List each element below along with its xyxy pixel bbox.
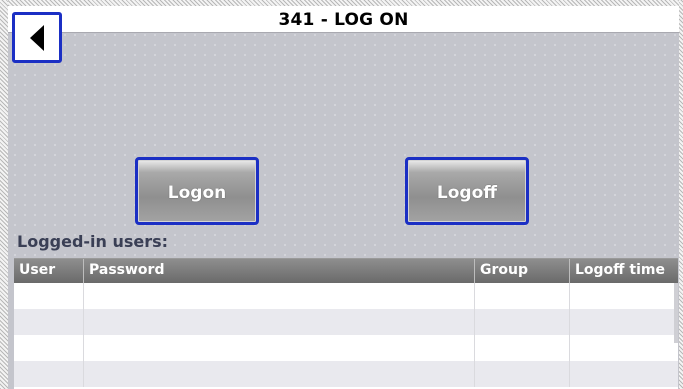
cell-password [84,335,475,361]
cell-group [475,283,570,309]
back-button[interactable] [12,12,62,63]
column-header-logoff-time[interactable]: Logoff time [570,259,678,283]
cell-user [14,283,84,309]
table-row[interactable] [14,361,678,387]
title-bar: 341 - LOG ON [8,6,679,33]
frame-left-border [0,0,8,389]
logoff-button[interactable]: Logoff [405,157,529,225]
logon-button[interactable]: Logon [135,157,259,225]
cell-logoff-time [570,361,678,387]
cell-logoff-time [570,309,678,335]
cell-group [475,361,570,387]
cell-user [14,335,84,361]
logoff-button-label: Logoff [436,183,498,203]
column-header-password[interactable]: Password [84,259,475,283]
table-row[interactable] [14,309,678,335]
table-row[interactable] [14,335,678,361]
log-on-screen: 341 - LOG ON Logon Logoff Logged-in user… [0,0,683,389]
cell-group [475,335,570,361]
cell-logoff-time [570,283,678,309]
column-header-user[interactable]: User [14,259,84,283]
cell-group [475,309,570,335]
back-arrow-icon [30,25,44,51]
cell-user [14,309,84,335]
cell-logoff-time [570,335,678,361]
table-header: User Password Group Logoff time [14,259,678,283]
cell-password [84,361,475,387]
table-row[interactable] [14,283,678,309]
page-title: 341 - LOG ON [278,10,409,30]
column-header-group[interactable]: Group [475,259,570,283]
logged-in-users-label: Logged-in users: [17,232,169,251]
cell-password [84,283,475,309]
cell-user [14,361,84,387]
frame-right-border [679,0,683,389]
cell-password [84,309,475,335]
table-scrollbar[interactable] [674,283,678,343]
logged-in-users-table: User Password Group Logoff time [14,258,678,389]
logon-button-label: Logon [167,183,227,203]
